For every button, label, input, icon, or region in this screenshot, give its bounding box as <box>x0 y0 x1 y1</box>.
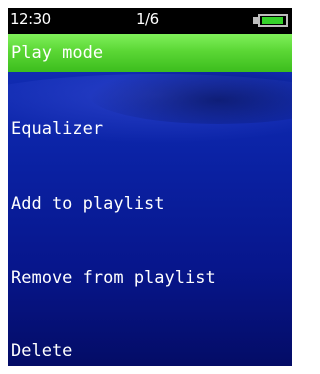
menu-item-play-mode[interactable]: Play mode <box>8 34 292 72</box>
page-indicator: 1/6 <box>136 10 159 28</box>
status-bar: 12:30 1/6 <box>8 8 292 34</box>
menu-item-remove-from-playlist[interactable]: Remove from playlist <box>8 259 292 297</box>
media-player-screen: 12:30 1/6 Play mode Equalizer Add to pla… <box>8 8 292 366</box>
options-menu: Play mode Equalizer Add to playlist Remo… <box>8 34 292 366</box>
battery-level <box>262 17 283 24</box>
battery-icon <box>258 14 288 27</box>
clock: 12:30 <box>10 10 51 28</box>
menu-item-add-to-playlist[interactable]: Add to playlist <box>8 185 292 223</box>
menu-screen: Play mode Equalizer Add to playlist Remo… <box>8 34 292 366</box>
menu-item-delete[interactable]: Delete <box>8 332 292 366</box>
menu-item-equalizer[interactable]: Equalizer <box>8 110 292 148</box>
